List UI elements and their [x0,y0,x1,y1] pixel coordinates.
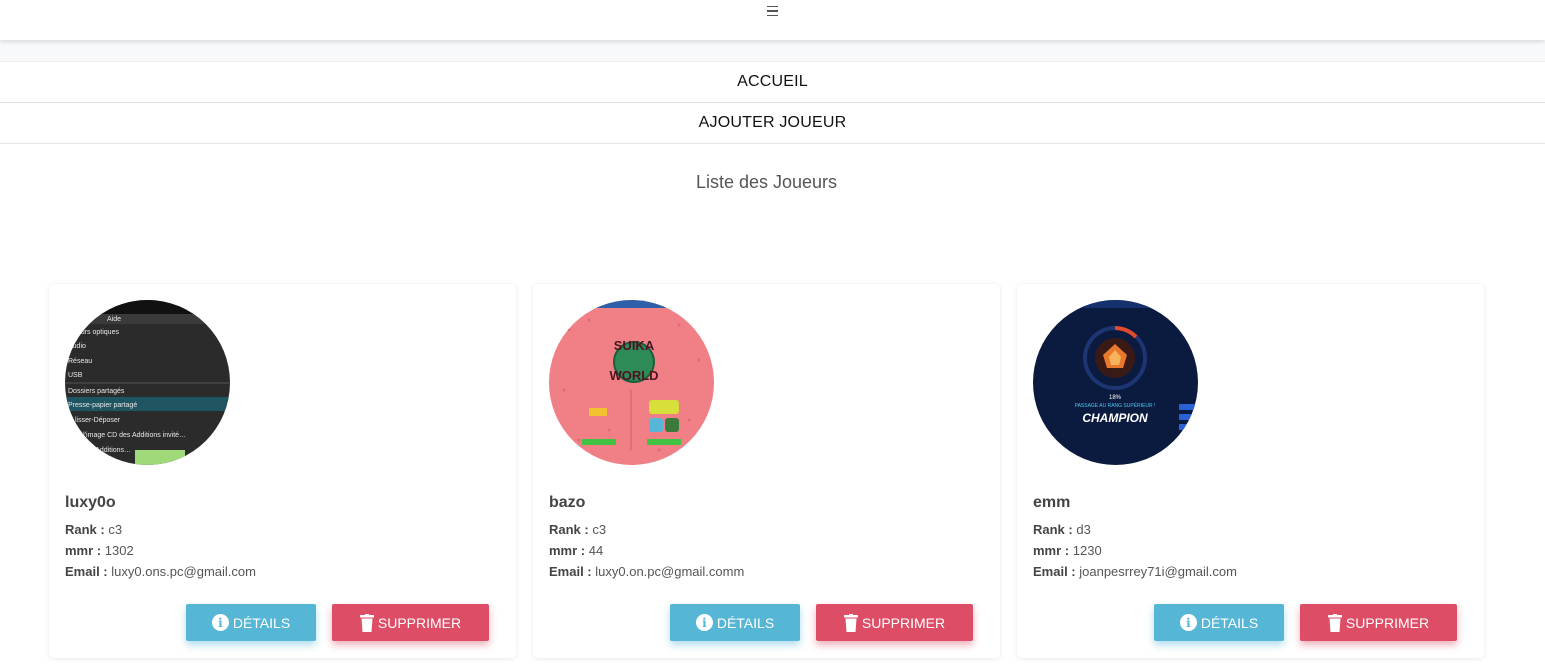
nav-item-accueil[interactable]: ACCUEIL [0,62,1545,103]
delete-button[interactable]: SUPPRIMER [332,604,489,641]
player-rank: Rank : c3 [549,522,606,537]
rank-label: Rank : [549,522,589,537]
delete-label: SUPPRIMER [377,614,462,631]
info-icon: i [211,614,229,631]
player-rank: Rank : d3 [1033,522,1091,537]
player-mmr: mmr : 1302 [65,543,134,558]
avatar-text: PASSAGE AU RANG SUPÉRIEUR ! [1075,402,1156,409]
email-label: Email : [1033,564,1076,579]
email-label: Email : [549,564,592,579]
rank-value: d3 [1076,522,1091,537]
email-value: luxy0.on.pc@gmail.comm [595,564,745,579]
trash-icon [1327,613,1342,632]
nav-item-ajouter-joueur[interactable]: AJOUTER JOUEUR [0,103,1545,144]
hamburger-icon[interactable] [765,3,781,19]
rank-value: c3 [592,522,607,537]
top-bar [0,0,1545,40]
player-email: Email : joanpesrrey71i@gmail.com [1033,564,1237,579]
rank-label: Rank : [65,522,105,537]
details-button[interactable]: i DÉTAILS [670,604,800,641]
player-card: Aide …teurs optiques Audio Réseau USB Do… [49,284,516,658]
player-card: SUIKA WORLD bazo Rank : c3 mmr : 44 Emai… [533,284,1000,658]
delete-label: SUPPRIMER [861,614,946,631]
info-icon: i [695,614,713,631]
player-avatar: SUIKA WORLD [549,300,714,465]
info-icon: i [1179,614,1197,631]
delete-button[interactable]: SUPPRIMER [1300,604,1457,641]
avatar-text: Presse-papier partagé [68,402,137,409]
mmr-value: 1230 [1072,543,1102,558]
player-mmr: mmr : 1230 [1033,543,1102,558]
rank-value: c3 [108,522,123,537]
player-card: 18% PASSAGE AU RANG SUPÉRIEUR ! CHAMPION… [1017,284,1484,658]
player-email: Email : luxy0.ons.pc@gmail.com [65,564,256,579]
player-name: bazo [549,494,586,511]
trash-icon [359,613,374,632]
avatar-text: Audio [68,343,86,350]
avatar-text: …lisser-Déposer [68,417,121,424]
nav-menu: ACCUEIL AJOUTER JOUEUR [0,61,1545,144]
player-rank: Rank : c3 [65,522,122,537]
delete-button[interactable]: SUPPRIMER [816,604,973,641]
email-label: Email : [65,564,108,579]
details-button[interactable]: i DÉTAILS [186,604,316,641]
mmr-value: 44 [588,543,604,558]
mmr-label: mmr : [549,543,586,558]
avatar-text: …er l'image CD des Additions invité… [68,432,186,439]
avatar-text: …Guest Additions… [68,447,131,454]
mmr-value: 1302 [104,543,134,558]
avatar-text: Aide [107,316,121,323]
page-title: Liste des Joueurs [695,172,838,192]
avatar-text: 18% [1109,395,1122,401]
rank-label: Rank : [1033,522,1073,537]
player-name: emm [1033,494,1071,511]
mmr-label: mmr : [1033,543,1070,558]
email-value: joanpesrrey71i@gmail.com [1079,564,1237,579]
avatar-text: USB [68,372,83,379]
details-button[interactable]: i DÉTAILS [1154,604,1284,641]
player-email: Email : luxy0.on.pc@gmail.comm [549,564,744,579]
avatar-text: Réseau [68,358,92,365]
mmr-label: mmr : [65,543,102,558]
avatar-text: SUIKA [614,338,655,353]
details-label: DÉTAILS [716,614,775,631]
avatar-text: Dossiers partagés [68,388,125,395]
player-mmr: mmr : 44 [549,543,603,558]
player-name: luxy0o [65,494,116,511]
trash-icon [843,613,858,632]
delete-label: SUPPRIMER [1345,614,1430,631]
avatar-text: WORLD [609,368,658,383]
player-avatar: 18% PASSAGE AU RANG SUPÉRIEUR ! CHAMPION [1033,300,1198,465]
email-value: luxy0.ons.pc@gmail.com [111,564,256,579]
avatar-text: …teurs optiques [68,329,119,336]
player-avatar: Aide …teurs optiques Audio Réseau USB Do… [65,300,230,465]
avatar-text: CHAMPION [1082,411,1148,425]
details-label: DÉTAILS [1200,614,1259,631]
details-label: DÉTAILS [232,614,291,631]
